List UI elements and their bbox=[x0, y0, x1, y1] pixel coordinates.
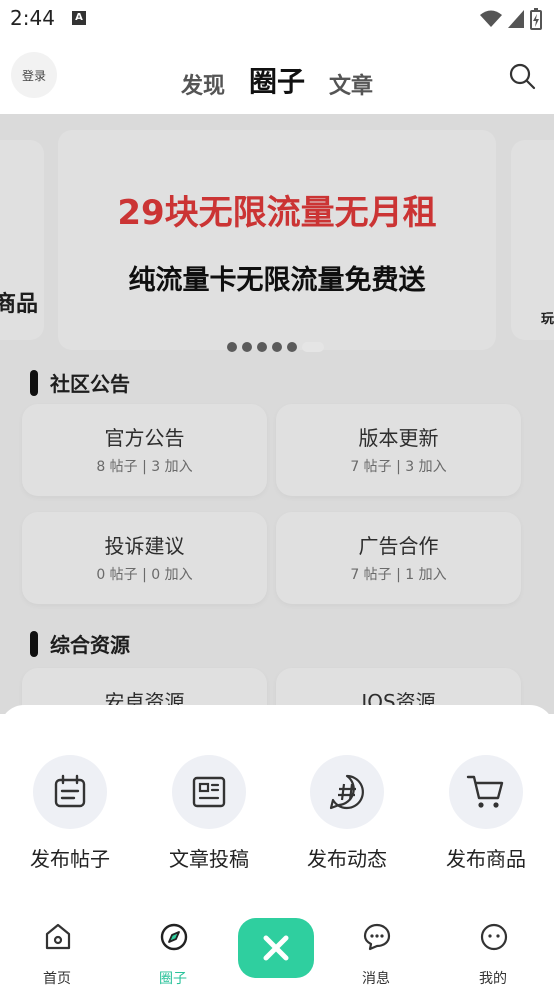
action-label: 发布商品 bbox=[446, 847, 526, 871]
nav-profile[interactable]: 我的 bbox=[453, 918, 533, 987]
nav-label: 我的 bbox=[479, 971, 507, 987]
nav-label: 消息 bbox=[362, 971, 390, 987]
calendar-note-icon bbox=[54, 774, 86, 808]
tab-circle[interactable]: 圈子 bbox=[249, 60, 305, 100]
status-time: 2:44 bbox=[10, 6, 55, 30]
hashtag-icon bbox=[329, 774, 364, 810]
action-publish-moment[interactable]: 发布动态 bbox=[277, 755, 417, 875]
top-tabs: 发现 圈子 文章 bbox=[0, 60, 554, 100]
action-label: 发布帖子 bbox=[30, 847, 110, 871]
action-publish-post[interactable]: 发布帖子 bbox=[0, 755, 140, 875]
nav-label: 圈子 bbox=[159, 971, 187, 987]
action-icon-circle bbox=[172, 755, 246, 829]
top-navigation: 登录 发现 圈子 文章 bbox=[0, 38, 554, 114]
action-label: 发布动态 bbox=[307, 847, 387, 871]
signal-icon bbox=[508, 10, 524, 28]
action-icon-circle bbox=[310, 755, 384, 829]
action-publish-product[interactable]: 发布商品 bbox=[416, 755, 554, 875]
dim-overlay[interactable] bbox=[0, 114, 554, 714]
status-icons bbox=[480, 8, 542, 30]
action-icon-circle bbox=[449, 755, 523, 829]
battery-icon bbox=[530, 8, 542, 30]
nav-home[interactable]: 首页 bbox=[17, 918, 97, 987]
face-icon bbox=[480, 923, 508, 951]
nav-circle[interactable]: 圈子 bbox=[133, 918, 213, 987]
nav-label: 首页 bbox=[43, 971, 71, 987]
status-bar: 2:44 A bbox=[0, 0, 554, 38]
article-icon bbox=[192, 776, 226, 808]
action-label: 文章投稿 bbox=[169, 847, 249, 871]
compass-icon bbox=[160, 923, 188, 951]
notification-icon: A bbox=[72, 11, 86, 25]
action-icon-circle bbox=[33, 755, 107, 829]
close-icon bbox=[263, 935, 289, 961]
bottom-navigation: 首页 圈子 消息 我的 bbox=[0, 910, 554, 987]
wifi-icon bbox=[480, 10, 502, 27]
tab-discover[interactable]: 发现 bbox=[181, 68, 225, 100]
cart-icon bbox=[466, 775, 504, 808]
nav-messages[interactable]: 消息 bbox=[336, 918, 416, 987]
action-article-submit[interactable]: 文章投稿 bbox=[139, 755, 279, 875]
tab-articles[interactable]: 文章 bbox=[329, 68, 373, 100]
chat-icon bbox=[363, 923, 391, 951]
home-icon bbox=[45, 923, 71, 950]
search-icon[interactable] bbox=[508, 62, 536, 90]
close-sheet-button[interactable] bbox=[238, 918, 314, 978]
